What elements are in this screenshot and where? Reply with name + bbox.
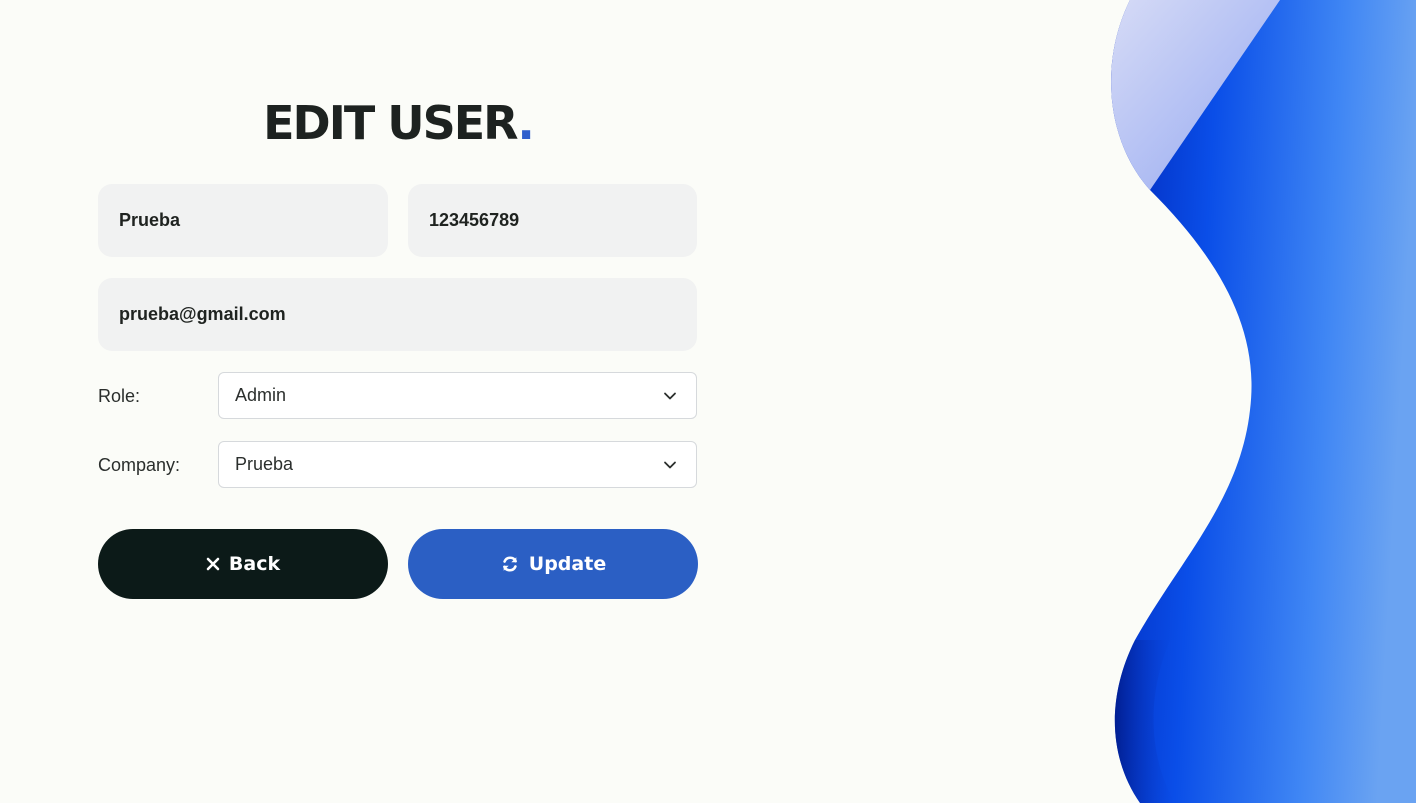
back-button[interactable]: Back xyxy=(98,529,388,599)
role-select[interactable]: Admin xyxy=(218,372,697,419)
company-select-value: Prueba xyxy=(235,454,294,474)
company-select[interactable]: Prueba xyxy=(218,441,697,488)
role-label: Role: xyxy=(98,386,141,406)
chevron-down-icon xyxy=(664,392,676,400)
phone-field[interactable]: 123456789 xyxy=(408,184,697,257)
title-accent-dot: . xyxy=(517,96,535,150)
page-title: EDIT USER. xyxy=(98,94,698,152)
chevron-down-icon xyxy=(664,461,676,469)
close-icon xyxy=(206,557,220,571)
edit-user-page: EDIT USER. Prueba 123456789 prueba@gmail… xyxy=(0,0,1416,803)
email-field[interactable]: prueba@gmail.com xyxy=(98,278,697,351)
page-title-text: EDIT USER xyxy=(263,96,519,150)
email-field-value: prueba@gmail.com xyxy=(119,304,286,324)
update-button[interactable]: Update xyxy=(408,529,698,599)
refresh-icon xyxy=(500,554,520,574)
name-field-value: Prueba xyxy=(119,210,181,230)
decorative-blue-wave xyxy=(1111,0,1416,803)
role-select-value: Admin xyxy=(235,385,287,405)
back-button-label: Back xyxy=(228,553,281,575)
company-label: Company: xyxy=(98,455,181,475)
phone-field-value: 123456789 xyxy=(429,210,520,230)
name-field[interactable]: Prueba xyxy=(98,184,388,257)
update-button-label: Update xyxy=(528,553,607,575)
